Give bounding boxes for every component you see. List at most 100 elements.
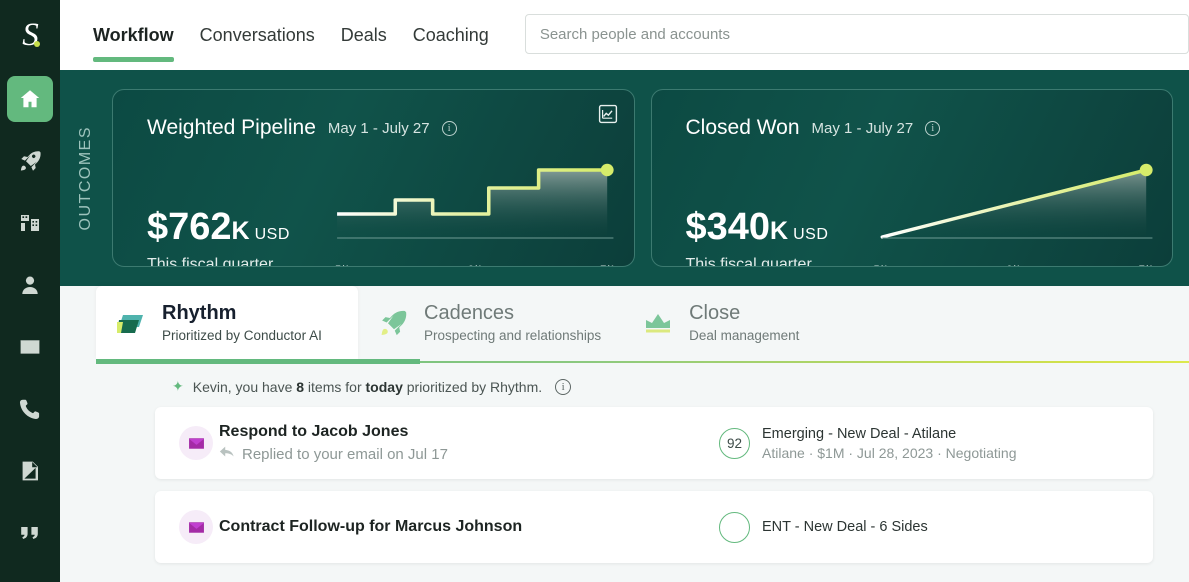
info-icon[interactable]: i (441, 120, 457, 136)
card-title: Weighted Pipeline (147, 116, 316, 139)
sidebar-item-accounts[interactable] (7, 200, 53, 246)
x-tick: 5/1 (874, 264, 889, 266)
card-closed-won[interactable]: Closed Won May 1 - July 27 i $340K USD Th… (650, 89, 1173, 267)
logo-dot-icon (33, 41, 40, 47)
card-value-amount: $340 (685, 206, 771, 248)
quote-icon (18, 521, 42, 545)
row-icon (173, 426, 219, 460)
task-title: Respond to Jacob Jones (219, 422, 409, 440)
tab-label: Cadences (424, 302, 515, 324)
sidebar-item-people[interactable] (7, 262, 53, 308)
x-tick: 7/1 (1139, 264, 1154, 266)
sparkline-svg (880, 163, 1153, 239)
card-metrics: $340K USD This fiscal quarter (686, 208, 874, 266)
sidebar-item-cadences[interactable] (7, 138, 53, 184)
notice-text: Kevin, you have 8 items for today priori… (193, 379, 542, 395)
outcomes-label-text: OUTCOMES (77, 125, 94, 231)
card-body: $762K USD This fiscal quarter (147, 150, 634, 266)
sidebar-item-home[interactable] (7, 76, 53, 122)
main-area: Workflow Conversations Deals Coaching OU… (60, 0, 1189, 582)
info-icon[interactable]: i (555, 378, 572, 395)
notice-prefix: Kevin, you have (192, 378, 297, 395)
x-tick: 5/1 (335, 264, 350, 266)
sparkline-x-axis: 5/1 6/1 7/1 (335, 264, 616, 266)
task-subtitle: Replied to your email on Jul 17 (242, 445, 448, 463)
task-title: Contract Follow-up for Marcus Johnson (219, 518, 523, 535)
building-icon (18, 211, 42, 235)
tab-sublabel: Deal management (689, 328, 800, 343)
score-badge (719, 511, 750, 543)
tab-label: Rhythm (162, 302, 237, 324)
tab-coaching[interactable]: Coaching (413, 0, 489, 70)
card-metrics: $762K USD This fiscal quarter (147, 208, 335, 266)
deal-subtitle: Atilane · $1M · Jul 28, 2023 · Negotiati… (762, 444, 1017, 461)
tab-rhythm[interactable]: Rhythm Prioritized by Conductor AI (96, 286, 358, 359)
x-tick: 6/1 (468, 264, 483, 266)
score-badge: 92 (719, 427, 750, 459)
task-meta: Replied to your email on Jul 17 (219, 445, 719, 464)
mail-icon (179, 510, 213, 544)
workspace: Rhythm Prioritized by Conductor AI Caden… (60, 286, 1189, 582)
sidebar-item-email[interactable] (7, 324, 53, 370)
sidebar-nav (0, 70, 60, 572)
sparkle-icon: ✦ (172, 378, 184, 394)
card-weighted-pipeline[interactable]: Weighted Pipeline May 1 - July 27 i $762… (112, 89, 635, 267)
rhythm-notice: ✦ Kevin, you have 8 items for today prio… (60, 364, 1189, 407)
person-icon (18, 273, 42, 297)
workspace-tabs: Rhythm Prioritized by Conductor AI Caden… (60, 286, 1189, 359)
tab-deals[interactable]: Deals (341, 0, 387, 70)
sidebar: S x (0, 0, 60, 582)
tab-close-text: Close Deal management (689, 302, 799, 343)
card-sparkline-closedwon: 5/1 6/1 7/1 (874, 150, 1155, 266)
rhythm-ribbon-icon (114, 308, 148, 338)
deal-title: Emerging - New Deal - Atilane (762, 425, 957, 442)
top-nav-tabs: Workflow Conversations Deals Coaching (60, 0, 489, 70)
outcome-cards: Weighted Pipeline May 1 - July 27 i $762… (112, 89, 1173, 267)
card-currency: USD (254, 226, 290, 243)
reply-arrow-icon (219, 445, 235, 464)
deal-info: Emerging - New Deal - Atilane Atilane · … (762, 426, 1016, 461)
card-date-range: May 1 - July 27 (327, 119, 430, 137)
info-icon[interactable]: i (925, 120, 941, 136)
card-value: $340K USD (686, 208, 874, 246)
search-input[interactable] (524, 14, 1189, 54)
tab-rhythm-text: Rhythm Prioritized by Conductor AI (162, 302, 322, 343)
sidebar-item-conversations[interactable] (7, 510, 53, 556)
outcomes-section-label: OUTCOMES (60, 70, 112, 286)
tab-underline-active (96, 359, 420, 364)
card-header: Weighted Pipeline May 1 - July 27 i (147, 116, 634, 140)
sidebar-item-documents[interactable] (7, 448, 53, 494)
row-icon (173, 510, 219, 544)
card-value-unit: K (770, 217, 789, 245)
top-bar: Workflow Conversations Deals Coaching (60, 0, 1189, 70)
sidebar-item-calls[interactable] (7, 386, 53, 432)
tab-cadences[interactable]: Cadences Prospecting and relationships (358, 286, 623, 359)
table-row[interactable]: Respond to Jacob Jones Replied to your e… (155, 407, 1153, 479)
row-task: Respond to Jacob Jones Replied to your e… (219, 423, 719, 464)
document-icon (18, 459, 42, 483)
home-icon (18, 87, 42, 111)
x-tick: 6/1 (1006, 264, 1021, 266)
tab-close[interactable]: Close Deal management (623, 286, 885, 359)
rocket-icon (18, 149, 42, 173)
x-tick: 7/1 (600, 264, 615, 266)
card-value-amount: $762 (147, 206, 232, 248)
app-logo[interactable]: S x (0, 0, 60, 70)
line-chart-icon[interactable] (598, 104, 618, 129)
tab-conversations[interactable]: Conversations (200, 0, 315, 70)
tab-label: Close (689, 302, 741, 324)
phone-icon (18, 397, 42, 421)
row-task: Contract Follow-up for Marcus Johnson (219, 518, 719, 536)
card-value: $762K USD (147, 208, 335, 246)
app-root: S x (0, 0, 1189, 582)
table-row[interactable]: Contract Follow-up for Marcus Johnson EN… (155, 491, 1153, 563)
card-date-range: May 1 - July 27 (811, 119, 914, 137)
tab-cadences-text: Cadences Prospecting and relationships (424, 302, 601, 343)
deal-title: ENT - New Deal - 6 Sides (762, 519, 928, 535)
tab-workflow[interactable]: Workflow (93, 0, 174, 70)
mail-icon (18, 335, 42, 359)
tab-underline (96, 359, 1189, 364)
row-deal: ENT - New Deal - 6 Sides (719, 511, 928, 543)
task-list: Respond to Jacob Jones Replied to your e… (60, 407, 1189, 563)
notice-count: 8 (296, 378, 305, 395)
